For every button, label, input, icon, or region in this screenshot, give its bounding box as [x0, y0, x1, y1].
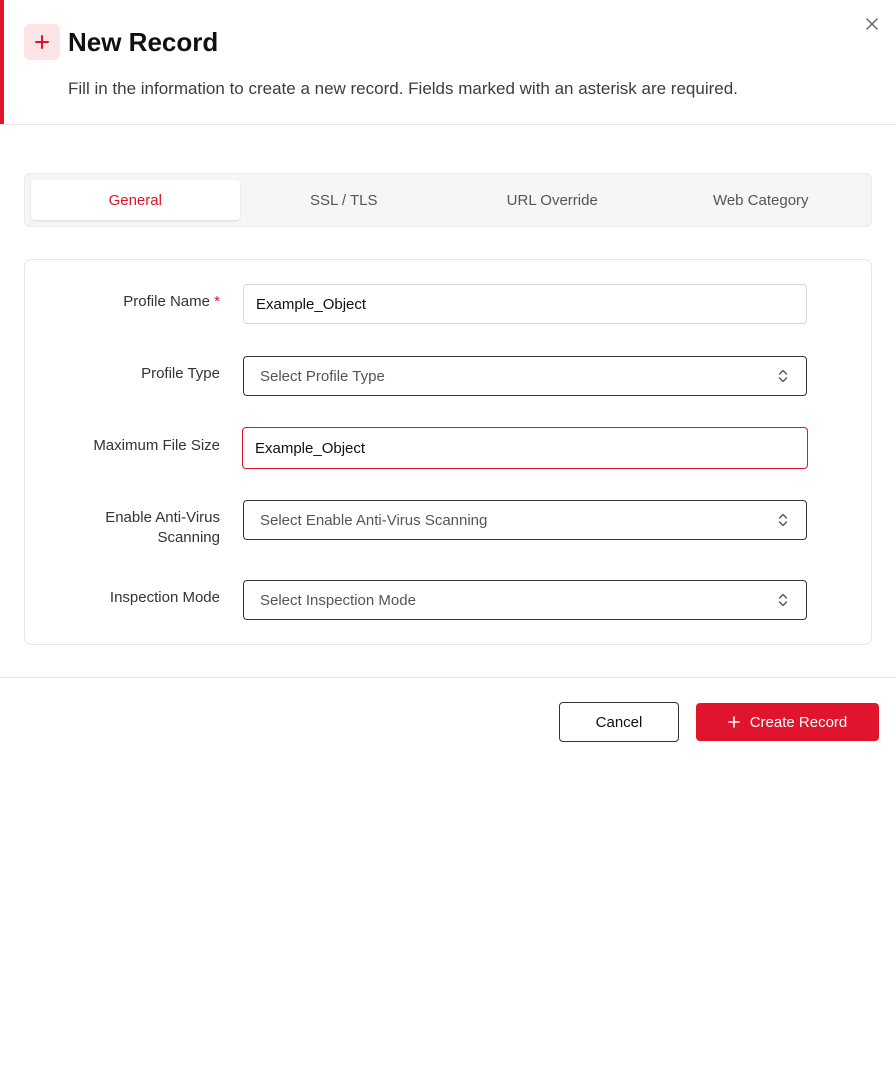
close-icon[interactable] — [862, 14, 882, 34]
tab-general[interactable]: General — [31, 180, 240, 220]
max-file-size-input[interactable]: Example_Object — [242, 427, 808, 469]
anti-virus-select[interactable]: Select Enable Anti-Virus Scanning — [243, 500, 807, 540]
required-marker: * — [214, 293, 220, 310]
tab-url-override[interactable]: URL Override — [448, 180, 657, 220]
anti-virus-label-line1: Enable Anti-Virus — [105, 509, 220, 526]
max-file-size-value: Example_Object — [255, 439, 366, 457]
plus-icon — [24, 24, 60, 60]
chevron-up-down-icon — [776, 368, 790, 384]
create-record-label: Create Record — [749, 713, 848, 731]
inspection-mode-placeholder: Select Inspection Mode — [260, 591, 416, 609]
profile-type-placeholder: Select Profile Type — [260, 367, 385, 385]
profile-type-label: Profile Type — [141, 365, 220, 382]
form-card: Profile Name * Example_Object Profile Ty… — [24, 259, 872, 645]
new-record-dialog: New Record Fill in the information to cr… — [0, 0, 896, 1080]
profile-name-label-text: Profile Name — [123, 293, 210, 310]
cancel-button[interactable]: Cancel — [559, 702, 679, 742]
anti-virus-label-line2: Scanning — [157, 529, 220, 546]
footer-divider — [0, 677, 896, 678]
header-accent-bar — [0, 0, 4, 124]
profile-name-input[interactable]: Example_Object — [243, 284, 807, 324]
tab-ssl-tls[interactable]: SSL / TLS — [240, 180, 449, 220]
anti-virus-label: Enable Anti-Virus Scanning — [45, 508, 220, 548]
tab-web-category[interactable]: Web Category — [657, 180, 866, 220]
max-file-size-label: Maximum File Size — [93, 437, 220, 454]
anti-virus-placeholder: Select Enable Anti-Virus Scanning — [260, 511, 488, 529]
profile-name-label: Profile Name * — [45, 292, 220, 312]
chevron-up-down-icon — [776, 512, 790, 528]
inspection-mode-select[interactable]: Select Inspection Mode — [243, 580, 807, 620]
dialog-title: New Record — [68, 27, 219, 57]
dialog-header: New Record Fill in the information to cr… — [0, 0, 896, 125]
profile-name-value: Example_Object — [256, 295, 367, 313]
create-record-button[interactable]: Create Record — [696, 703, 879, 741]
chevron-up-down-icon — [776, 592, 790, 608]
dialog-description: Fill in the information to create a new … — [68, 79, 738, 98]
plus-icon — [727, 716, 740, 728]
inspection-mode-label: Inspection Mode — [109, 589, 220, 606]
tab-bar: General SSL / TLS URL Override Web Categ… — [24, 173, 872, 227]
profile-type-select[interactable]: Select Profile Type — [243, 356, 807, 396]
